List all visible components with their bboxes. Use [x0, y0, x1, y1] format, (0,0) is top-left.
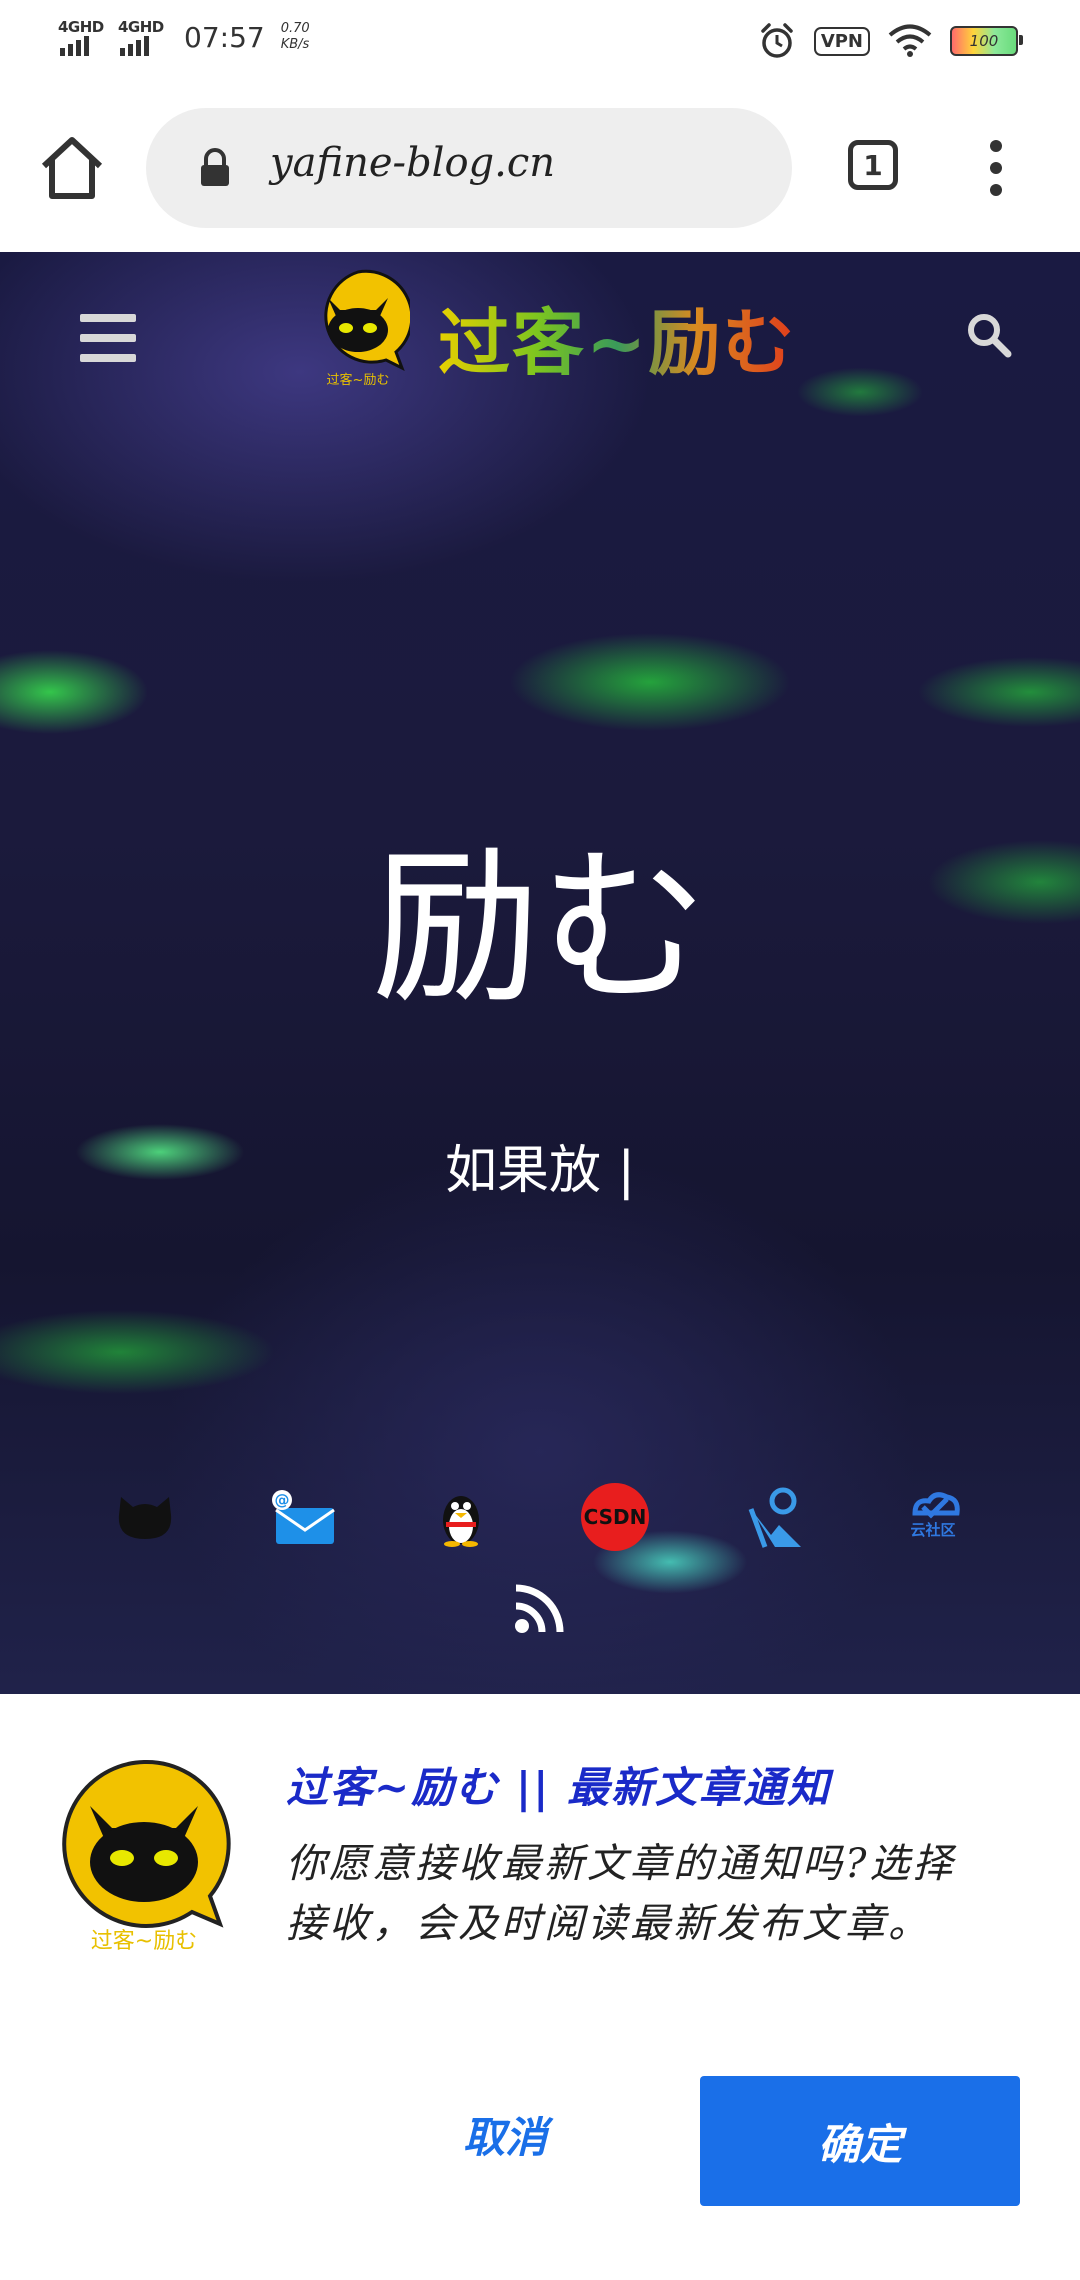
github-icon[interactable] [110, 1482, 180, 1552]
signal-icon: 4GHD [118, 18, 164, 56]
battery-icon: 100 [950, 26, 1023, 56]
tab-count: 1 [863, 148, 883, 182]
svg-text:@: @ [275, 1491, 290, 1509]
vpn-badge: VPN [813, 26, 870, 56]
address-bar[interactable]: yafine-blog.cn [146, 108, 792, 228]
alarm-icon [761, 23, 793, 58]
notification-title: 过客~励む || 最新文章通知 [286, 1763, 831, 1812]
confirm-button[interactable]: 确定 [700, 2076, 1020, 2206]
home-icon[interactable] [38, 134, 106, 202]
network-speed-unit: KB/s [280, 37, 310, 52]
battery-level: 100 [969, 32, 999, 50]
network-speed-value: 0.70 [280, 21, 310, 36]
cancel-button[interactable]: 取消 [410, 2084, 600, 2184]
notification-logo: 过客~励む [62, 1759, 231, 1954]
subscribe-notification-dialog: 过客~励む 过客~励む || 最新文章通知 你愿意接收最新文章的通知吗?选择接收… [0, 1694, 1080, 2280]
cloud-community-icon[interactable]: 云社区 [898, 1482, 968, 1552]
notification-message: 你愿意接收最新文章的通知吗?选择接收，会及时阅读最新发布文章。 [286, 1841, 956, 1947]
qq-icon[interactable] [426, 1482, 496, 1552]
rss-icon[interactable] [512, 1580, 568, 1636]
notification-logo-caption: 过客~励む [91, 1929, 197, 1954]
hero-typing-subtitle: 如果放 | [444, 1141, 636, 1201]
csdn-icon[interactable]: CSDN [580, 1482, 650, 1552]
cloud-community-label: 云社区 [910, 1521, 955, 1539]
site-logo[interactable]: 过客~励む [306, 268, 410, 388]
site-title[interactable]: 过客~励む [438, 284, 796, 389]
yuque-icon[interactable] [740, 1482, 810, 1552]
browser-toolbar: yafine-blog.cn 1 [0, 84, 1080, 252]
email-icon[interactable]: @ [268, 1482, 338, 1552]
signal-label: 4GHD [58, 18, 104, 36]
csdn-label: CSDN [584, 1505, 647, 1529]
signal-icon: 4GHD [58, 18, 104, 56]
overflow-menu-icon[interactable] [984, 140, 1008, 196]
social-links: @ CSDN 云社区 [80, 1482, 1000, 1562]
network-speed: 0.70 KB/s [281, 21, 310, 53]
hero-banner: 过客~励む 过客~励む 励む 如果放 | @ CSDN 云社区 [0, 252, 1080, 1694]
url-text: yafine-blog.cn [270, 140, 556, 186]
signal-label: 4GHD [118, 18, 164, 36]
hero-heading: 励む [372, 830, 708, 1026]
search-icon[interactable] [964, 310, 1012, 358]
lock-icon [201, 148, 229, 186]
clock: 07:57 [184, 20, 265, 54]
hamburger-menu-icon[interactable] [80, 314, 136, 362]
wifi-icon [888, 24, 932, 57]
status-bar: 4GHD 4GHD 07:57 0.70 KB/s VPN 100 [0, 0, 1080, 84]
site-logo-caption: 过客~励む [327, 372, 390, 388]
tab-switcher-button[interactable]: 1 [848, 140, 898, 190]
